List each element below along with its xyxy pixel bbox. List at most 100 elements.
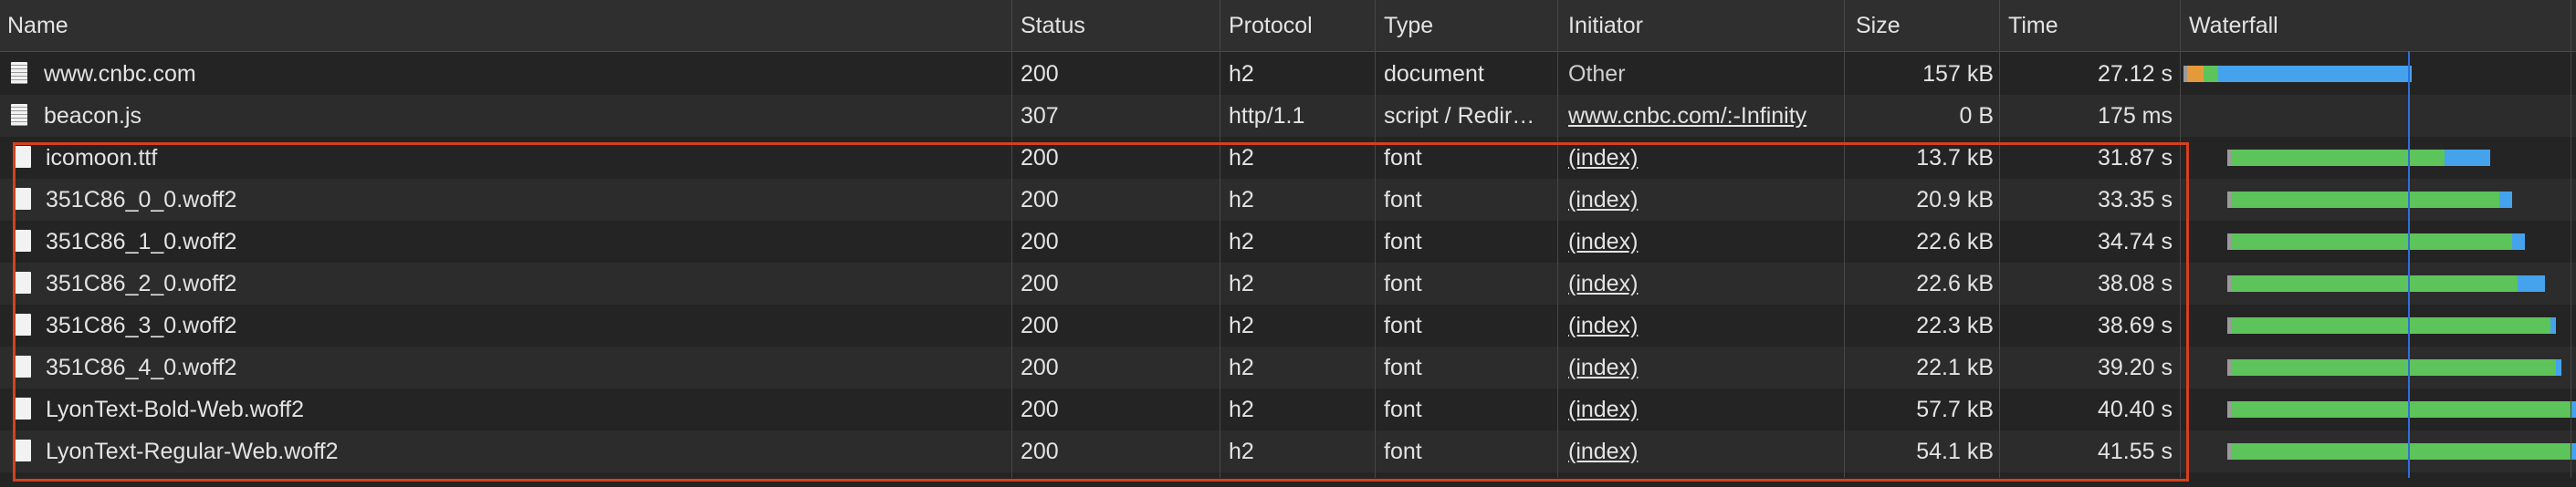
request-protocol: h2	[1229, 187, 1254, 212]
column-divider[interactable]	[1375, 0, 1376, 487]
waterfall-segment-waiting	[2231, 275, 2518, 292]
request-protocol: h2	[1229, 271, 1254, 296]
table-header: Name Status Protocol Type Initiator Size…	[0, 0, 2576, 52]
waterfall-segment-waiting	[2231, 233, 2512, 250]
request-initiator[interactable]: (index)	[1568, 389, 1838, 430]
waterfall-cell[interactable]	[2182, 263, 2576, 305]
waterfall-segment-download	[2445, 150, 2490, 166]
waterfall-cell[interactable]	[2182, 137, 2576, 179]
request-name[interactable]: www.cnbc.com	[44, 53, 1002, 95]
request-size: 0 B	[1959, 103, 1994, 129]
waterfall-segment-waiting	[2231, 317, 2550, 334]
request-initiator[interactable]: (index)	[1568, 179, 1838, 221]
request-initiator[interactable]: (index)	[1568, 305, 1838, 347]
waterfall-cell[interactable]	[2182, 221, 2576, 263]
request-initiator[interactable]: (index)	[1568, 137, 1838, 179]
request-row[interactable]: beacon.js 307 http/1.1 script / Redir… www.c…	[0, 95, 2576, 137]
request-size: 13.7 kB	[1916, 145, 1994, 171]
request-status: 200	[1021, 187, 1059, 212]
column-header-waterfall[interactable]: Waterfall	[2182, 0, 2576, 51]
waterfall-segment-waiting	[2231, 443, 2571, 460]
file-icon	[15, 188, 31, 210]
request-initiator[interactable]: www.cnbc.com/:-Infinity	[1568, 95, 1838, 137]
request-size: 54.1 kB	[1916, 439, 1994, 464]
request-row[interactable]: www.cnbc.com 200 h2 document Other 157 kB 27.1…	[0, 53, 2576, 95]
request-size: 22.6 kB	[1916, 229, 1994, 254]
request-name[interactable]: 351C86_0_0.woff2	[46, 179, 1004, 221]
waterfall-cell[interactable]	[2182, 95, 2576, 137]
request-row[interactable]: 351C86_4_0.woff2 200 h2 font (index) 22.1 kB 3…	[0, 347, 2576, 389]
waterfall-segment-download	[2518, 275, 2545, 292]
column-header-name[interactable]: Name	[0, 0, 1011, 51]
request-initiator[interactable]: (index)	[1568, 263, 1838, 305]
request-initiator[interactable]: (index)	[1568, 221, 1838, 263]
request-row[interactable]: LyonText-Regular-Web.woff2 200 h2 font (inde…	[0, 430, 2576, 472]
network-requests-table: Name Status Protocol Type Initiator Size…	[0, 0, 2576, 487]
request-protocol: h2	[1229, 355, 1254, 380]
request-type: document	[1384, 61, 1484, 87]
request-status: 307	[1021, 103, 1059, 129]
file-icon	[15, 272, 31, 294]
request-initiator: Other	[1568, 61, 1626, 87]
request-status: 200	[1021, 61, 1059, 87]
request-name[interactable]: LyonText-Regular-Web.woff2	[46, 430, 1004, 472]
request-size: 22.6 kB	[1916, 271, 1994, 296]
waterfall-cell[interactable]	[2182, 53, 2576, 95]
request-name[interactable]: 351C86_3_0.woff2	[46, 305, 1004, 347]
column-header-status[interactable]: Status	[1013, 0, 1220, 51]
request-name[interactable]: LyonText-Bold-Web.woff2	[46, 389, 1004, 430]
waterfall-segment-download	[2512, 233, 2525, 250]
request-row[interactable]: LyonText-Bold-Web.woff2 200 h2 font (index) 5…	[0, 389, 2576, 430]
request-time: 38.69 s	[2097, 313, 2173, 338]
request-name[interactable]: beacon.js	[44, 95, 1002, 137]
request-name[interactable]: 351C86_1_0.woff2	[46, 221, 1004, 263]
column-divider[interactable]	[2180, 0, 2181, 487]
request-row[interactable]: 351C86_1_0.woff2 200 h2 font (index) 22.6 kB 3…	[0, 221, 2576, 263]
request-row[interactable]: icomoon.ttf 200 h2 font (index) 13.7 kB 31.87 …	[0, 137, 2576, 179]
column-header-size[interactable]: Size	[1848, 0, 1998, 51]
request-name[interactable]: icomoon.ttf	[46, 137, 1004, 179]
waterfall-cell[interactable]	[2182, 430, 2576, 472]
request-status: 200	[1021, 439, 1059, 464]
request-name[interactable]: 351C86_2_0.woff2	[46, 263, 1004, 305]
request-size: 22.3 kB	[1916, 313, 1994, 338]
waterfall-cell[interactable]	[2182, 347, 2576, 389]
column-divider[interactable]	[1557, 0, 1558, 487]
request-protocol: http/1.1	[1229, 103, 1305, 129]
column-divider[interactable]	[1999, 0, 2000, 487]
request-type: font	[1384, 271, 1422, 296]
request-type: font	[1384, 313, 1422, 338]
request-protocol: h2	[1229, 145, 1254, 171]
column-header-time[interactable]: Time	[2001, 0, 2180, 51]
waterfall-cell[interactable]	[2182, 179, 2576, 221]
request-status: 200	[1021, 397, 1059, 422]
request-initiator[interactable]: (index)	[1568, 430, 1838, 472]
waterfall-cell[interactable]	[2182, 305, 2576, 347]
request-time: 41.55 s	[2097, 439, 2173, 464]
file-icon	[15, 440, 31, 461]
request-type: font	[1384, 145, 1422, 171]
request-name[interactable]: 351C86_4_0.woff2	[46, 347, 1004, 389]
waterfall-segment-waiting	[2231, 359, 2556, 376]
column-header-initiator[interactable]: Initiator	[1561, 0, 1842, 51]
request-size: 20.9 kB	[1916, 187, 1994, 212]
request-initiator[interactable]: (index)	[1568, 347, 1838, 389]
file-icon	[11, 104, 27, 126]
request-time: 175 ms	[2098, 103, 2173, 129]
file-icon	[15, 398, 31, 420]
request-row[interactable]: 351C86_2_0.woff2 200 h2 font (index) 22.6 kB 3…	[0, 263, 2576, 305]
request-type: font	[1384, 355, 1422, 380]
column-header-protocol[interactable]: Protocol	[1221, 0, 1375, 51]
column-divider[interactable]	[1844, 0, 1845, 487]
column-header-type[interactable]: Type	[1377, 0, 1557, 51]
request-row[interactable]: 351C86_3_0.woff2 200 h2 font (index) 22.3 kB 3…	[0, 305, 2576, 347]
waterfall-segment-stalled	[2187, 66, 2204, 82]
waterfall-segment-waiting	[2231, 192, 2499, 208]
file-icon	[15, 314, 31, 336]
request-time: 38.08 s	[2097, 271, 2173, 296]
column-divider[interactable]	[1011, 0, 1012, 487]
request-protocol: h2	[1229, 439, 1254, 464]
waterfall-cell[interactable]	[2182, 389, 2576, 430]
request-time: 27.12 s	[2097, 61, 2173, 87]
request-row[interactable]: 351C86_0_0.woff2 200 h2 font (index) 20.9 kB 3…	[0, 179, 2576, 221]
